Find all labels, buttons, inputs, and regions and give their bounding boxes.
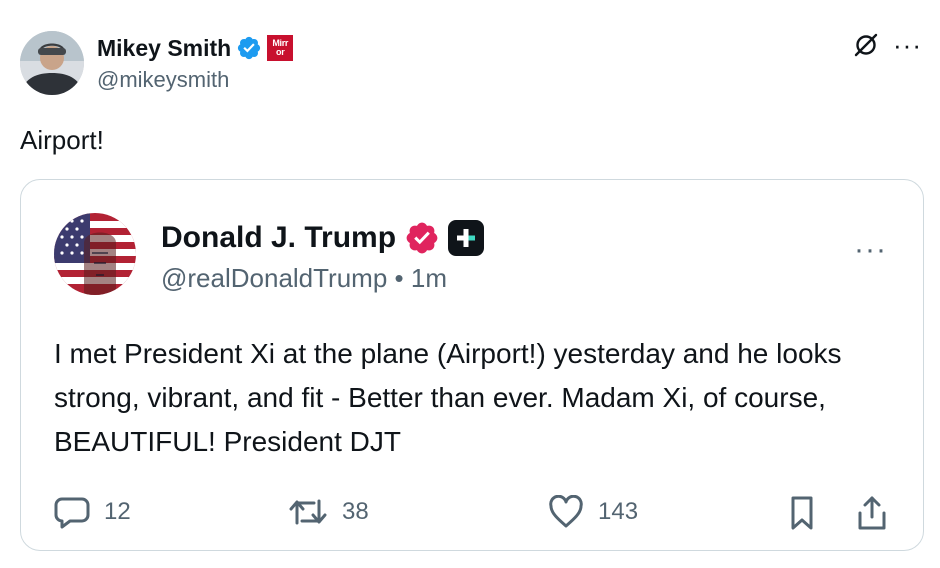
bookmark-icon	[788, 495, 816, 531]
mirror-affiliate-logo[interactable]: Mirr or	[267, 35, 294, 61]
repost-icon	[288, 495, 328, 529]
tweet: Mikey Smith Mirr or @mikeysmith ··· Airpo…	[0, 0, 940, 568]
heart-icon	[548, 495, 584, 529]
like-count: 143	[598, 498, 639, 525]
share-icon	[856, 495, 888, 531]
quoted-post-text: I met President Xi at the plane (Airport…	[54, 338, 842, 457]
share-button[interactable]	[856, 495, 888, 531]
reply-count: 12	[104, 498, 131, 525]
repost-button[interactable]: 38	[288, 495, 369, 529]
repost-count: 38	[342, 498, 369, 525]
reply-button[interactable]: 12	[54, 495, 131, 529]
truth-social-plus-icon[interactable]	[448, 220, 485, 256]
action-bar: 12 38 143	[54, 495, 894, 535]
author-handle[interactable]: @mikeysmith	[97, 66, 229, 94]
like-button[interactable]: 143	[548, 495, 638, 529]
reply-icon	[54, 495, 90, 529]
quoted-author-avatar[interactable]	[54, 213, 136, 295]
author-name[interactable]: Mikey Smith	[97, 34, 231, 62]
author-avatar[interactable]	[20, 31, 84, 95]
author-name-row: Mikey Smith Mirr or	[97, 32, 294, 64]
quoted-more-options-icon[interactable]: ···	[854, 235, 887, 265]
top-actions: ···	[853, 32, 922, 58]
quoted-meta: @realDonaldTrump • 1m	[161, 262, 447, 294]
quoted-author-handle[interactable]: @realDonaldTrump	[161, 263, 387, 293]
bookmark-button[interactable]	[788, 495, 816, 531]
more-options-icon[interactable]: ···	[893, 32, 922, 58]
quoted-post-card[interactable]: Donald J. Trump @realDonaldTrump • 1m ··…	[20, 179, 924, 551]
verified-badge-icon[interactable]	[404, 220, 440, 256]
post-text: Airport!	[20, 125, 104, 155]
quoted-author-name[interactable]: Donald J. Trump	[161, 220, 396, 256]
grok-icon[interactable]	[853, 32, 879, 58]
quoted-timestamp[interactable]: 1m	[411, 263, 447, 293]
meta-separator: •	[394, 263, 404, 293]
quoted-name-row: Donald J. Trump	[161, 218, 485, 258]
verified-badge-icon[interactable]	[236, 35, 262, 61]
